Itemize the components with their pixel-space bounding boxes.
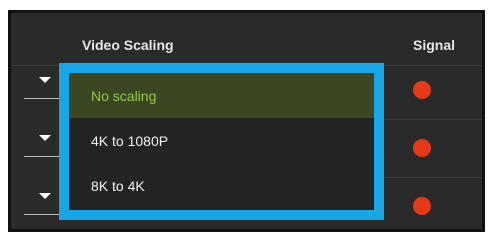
dropdown-option-4k-to-1080p[interactable]: 4K to 1080P [69,118,374,163]
video-scaling-panel: Video Scaling Signal No scaling 4K to 10… [8,10,485,232]
option-label: 4K to 1080P [91,132,169,149]
option-label: No scaling [91,87,157,104]
video-scaling-dropdown: No scaling 4K to 1080P 8K to 4K [59,63,384,220]
row-separator [383,119,482,120]
table-header: Video Scaling Signal [11,13,482,66]
caret-down-icon[interactable] [39,77,51,83]
column-header-video-scaling: Video Scaling [82,37,174,53]
dropdown-option-no-scaling[interactable]: No scaling [69,73,374,118]
caret-down-icon[interactable] [39,135,51,141]
row-select-underline [24,214,61,215]
signal-status-icon [413,197,431,215]
row-separator [383,177,482,178]
row-select-underline [24,98,61,99]
option-label: 8K to 4K [91,177,145,194]
row-select-underline [24,156,61,157]
dropdown-option-8k-to-4k[interactable]: 8K to 4K [69,163,374,208]
signal-status-icon [413,139,431,157]
column-header-signal: Signal [413,37,456,53]
signal-status-icon [413,81,431,99]
caret-down-icon[interactable] [39,193,51,199]
